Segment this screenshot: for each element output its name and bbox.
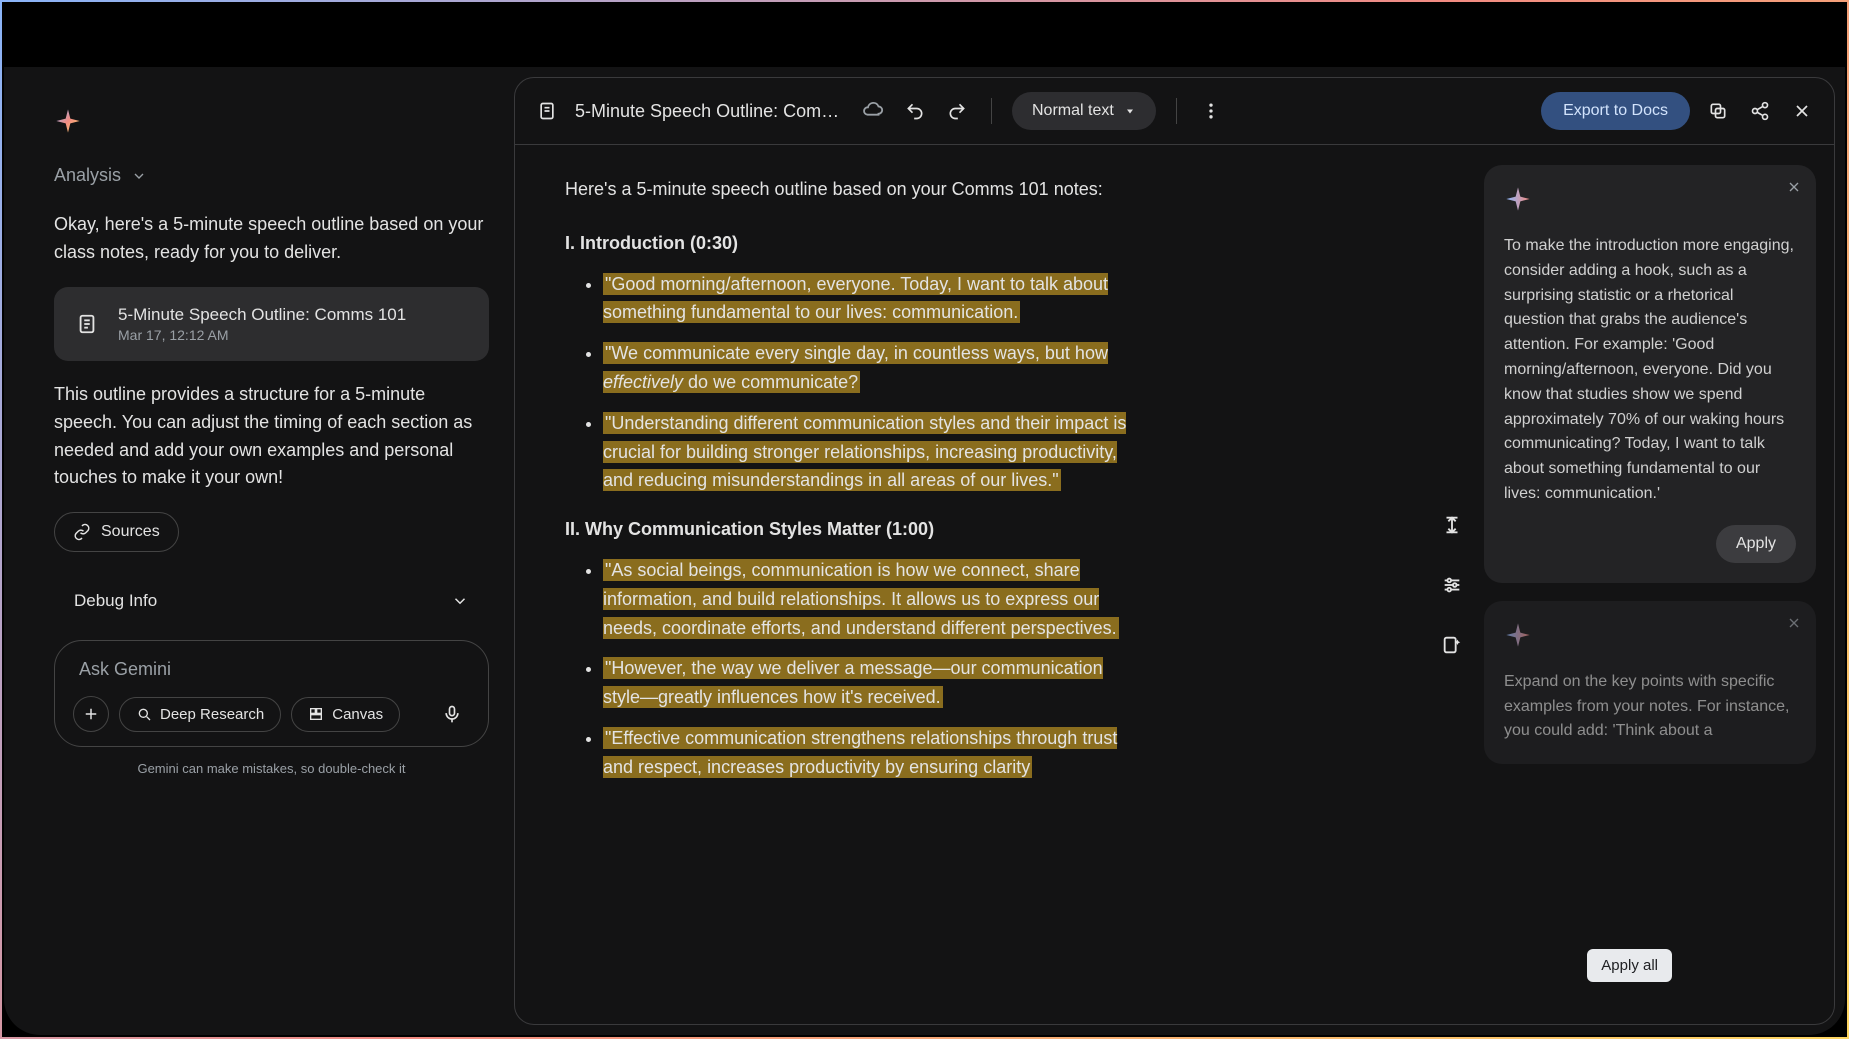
deep-research-chip[interactable]: Deep Research [119,697,281,732]
sources-label: Sources [101,523,160,541]
close-suggestion-button[interactable] [1786,179,1802,200]
gemini-sparkle-icon [54,107,82,135]
assistant-intro: Okay, here's a 5-minute speech outline b… [54,211,489,267]
undo-button[interactable] [901,97,929,125]
section-heading: II. Why Communication Styles Matter (1:0… [565,515,1370,544]
suggestion-card[interactable]: To make the introduction more engaging, … [1484,165,1816,583]
triangle-down-icon [1124,105,1136,117]
debug-info-toggle[interactable]: Debug Info [54,577,489,625]
list-item: "However, the way we deliver a message—o… [603,654,1135,712]
apply-all-tooltip[interactable]: Apply all [1587,949,1672,982]
debug-label: Debug Info [74,591,157,611]
doc-intro-text: Here's a 5-minute speech outline based o… [565,175,1125,204]
file-attachment-card[interactable]: 5-Minute Speech Outline: Comms 101 Mar 1… [54,287,489,361]
list-item: "We communicate every single day, in cou… [603,339,1135,397]
assistant-followup: This outline provides a structure for a … [54,381,489,493]
suggestions-column: To make the introduction more engaging, … [1484,145,1834,1024]
list-item: "As social beings, communication is how … [603,556,1135,642]
adjust-length-button[interactable] [1432,505,1472,545]
close-button[interactable] [1788,97,1816,125]
analysis-label: Analysis [54,165,121,186]
apply-button[interactable]: Apply [1716,525,1796,563]
cloud-sync-icon[interactable] [859,97,887,125]
chevron-down-icon [131,168,147,184]
telescope-icon [136,706,152,722]
more-vertical-icon [1201,101,1221,121]
document-title[interactable]: 5-Minute Speech Outline: Comm… [575,101,845,122]
prompt-input-area: Ask Gemini Deep Research Canvas [54,640,489,747]
prompt-input[interactable]: Ask Gemini [73,655,470,684]
add-button[interactable] [73,696,109,732]
file-title: 5-Minute Speech Outline: Comms 101 [118,305,406,325]
close-icon [1786,179,1802,195]
plus-icon [82,705,100,723]
list-item: "Good morning/afternoon, everyone. Today… [603,270,1135,328]
side-tools [1420,505,1484,665]
analysis-toggle[interactable]: Analysis [54,165,489,186]
document-window: 5-Minute Speech Outline: Comm… Normal te… [514,77,1835,1025]
document-content[interactable]: Here's a 5-minute speech outline based o… [515,145,1420,1024]
canvas-icon [308,706,324,722]
chevron-down-icon [451,592,469,610]
gemini-sparkle-icon [1504,621,1532,649]
list-item: "Understanding different communication s… [603,409,1135,495]
gemini-sparkle-icon [1504,185,1532,213]
document-icon [74,311,100,337]
sliders-icon [1441,574,1463,596]
suggestion-text: Expand on the key points with specific e… [1504,670,1796,744]
redo-button[interactable] [943,97,971,125]
share-icon [1750,101,1770,121]
list-item: "Effective communication strengthens rel… [603,724,1135,782]
chat-panel: Analysis Okay, here's a 5-minute speech … [4,67,514,1035]
disclaimer-text: Gemini can make mistakes, so double-chec… [54,761,489,776]
file-date: Mar 17, 12:12 AM [118,327,406,343]
mic-button[interactable] [434,696,470,732]
suggestion-text: To make the introduction more engaging, … [1504,234,1796,507]
section-heading: I. Introduction (0:30) [565,229,1370,258]
filter-settings-button[interactable] [1432,565,1472,605]
sources-button[interactable]: Sources [54,512,179,552]
canvas-chip[interactable]: Canvas [291,697,400,732]
copy-icon [1708,101,1728,121]
expand-vertical-icon [1441,514,1463,536]
suggest-edits-button[interactable] [1432,625,1472,665]
document-toolbar: 5-Minute Speech Outline: Comm… Normal te… [515,78,1834,145]
close-icon [1792,101,1812,121]
microphone-icon [442,704,462,724]
canvas-panel: 5-Minute Speech Outline: Comm… Normal te… [514,67,1845,1035]
link-icon [73,523,91,541]
export-to-docs-button[interactable]: Export to Docs [1541,92,1690,130]
document-icon [533,97,561,125]
more-options-button[interactable] [1197,97,1225,125]
sparkle-doc-icon [1441,634,1463,656]
copy-button[interactable] [1704,97,1732,125]
close-icon [1786,615,1802,631]
text-style-dropdown[interactable]: Normal text [1012,92,1156,130]
suggestion-card[interactable]: Expand on the key points with specific e… [1484,601,1816,764]
share-button[interactable] [1746,97,1774,125]
close-suggestion-button[interactable] [1786,615,1802,636]
